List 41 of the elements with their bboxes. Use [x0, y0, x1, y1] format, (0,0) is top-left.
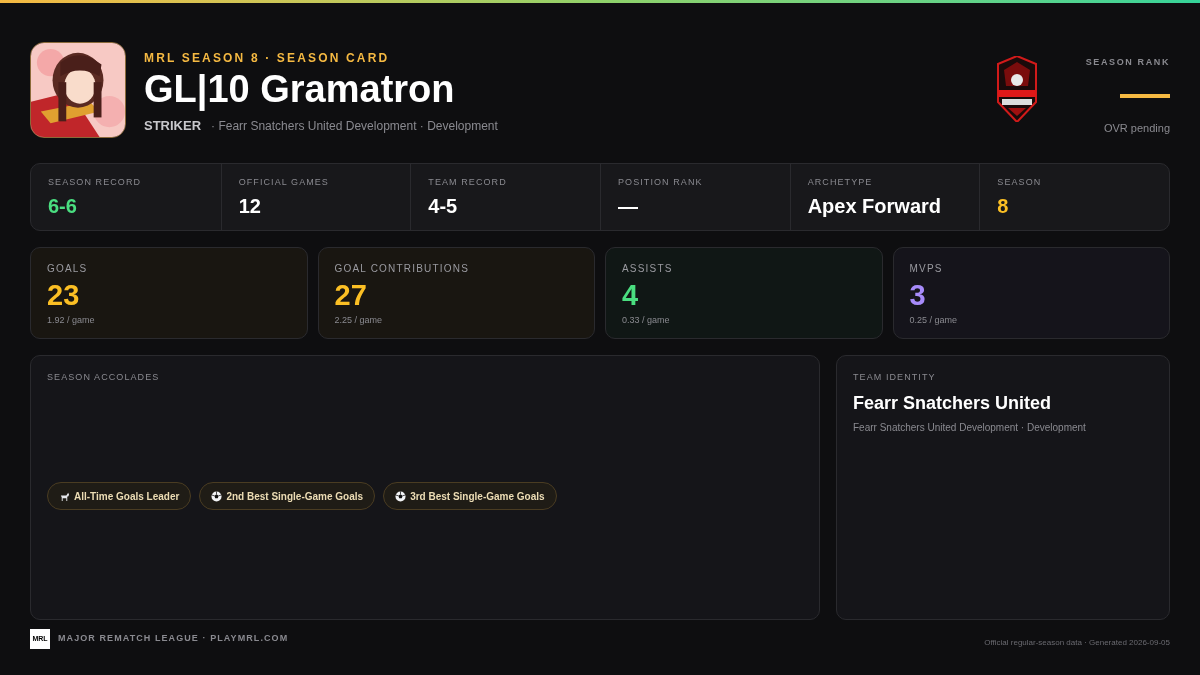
stat-value: 3	[909, 281, 927, 310]
summary-value: 4-5	[428, 196, 459, 216]
stat-label: MVPS	[909, 264, 944, 274]
summary-label: SEASON RECORD	[48, 178, 143, 187]
per-game-label: 2.25 / game	[334, 314, 384, 327]
summary-value: 8	[997, 196, 1010, 216]
per-game-label: 1.92 / game	[47, 314, 96, 327]
summary-label: ARCHETYPE	[807, 178, 874, 187]
summary-value: Apex Forward	[807, 196, 942, 216]
eyebrow-label: MRL SEASON 8 · SEASON CARD	[144, 52, 391, 64]
panel-title: SEASON ACCOLADES	[47, 373, 161, 382]
rank-note: OVR pending	[1103, 120, 1170, 136]
rank-label: SEASON RANK	[1085, 56, 1170, 69]
team-line: · Fearr Snatchers United Development · Development	[211, 118, 498, 135]
team-name: Fearr Snatchers United	[853, 392, 1053, 415]
accolade-label: 3rd Best Single-Game Goals	[410, 489, 545, 504]
stat-label: GOAL CONTRIBUTIONS	[334, 264, 471, 274]
summary-value: —	[618, 196, 639, 216]
summary-label: TEAM RECORD	[428, 178, 508, 187]
stat-value: 27	[334, 281, 368, 310]
summary-label: SEASON	[997, 178, 1043, 187]
accolade-label: 2nd Best Single-Game Goals	[226, 489, 364, 504]
accolade-label: All-Time Goals Leader	[74, 489, 180, 504]
soccer-ball-icon	[211, 490, 223, 502]
stat-label: ASSISTS	[622, 264, 674, 274]
league-label: MAJOR REMATCH LEAGUE · PLAYMRL.COM	[58, 632, 289, 646]
summary-label: OFFICIAL GAMES	[238, 178, 330, 187]
soccer-ball-icon	[395, 490, 407, 502]
summary-value: 6-6	[48, 196, 78, 216]
summary-label: POSITION RANK	[618, 178, 704, 187]
footer-note: Official regular-season data · Generated 2026-09-05	[984, 637, 1170, 649]
stat-value: 4	[622, 281, 640, 310]
position-label: STRIKER	[144, 117, 202, 135]
summary-value: 12	[238, 196, 262, 216]
per-game-label: 0.25 / game	[909, 314, 959, 327]
stat-label: GOALS	[47, 264, 89, 274]
panel-title: TEAM IDENTITY	[853, 373, 937, 382]
per-game-label: 0.33 / game	[622, 314, 671, 327]
rank-placeholder-bar	[1120, 93, 1170, 98]
stat-value: 23	[47, 281, 81, 310]
team-subtitle: Fearr Snatchers United Development · Development	[853, 420, 1087, 435]
